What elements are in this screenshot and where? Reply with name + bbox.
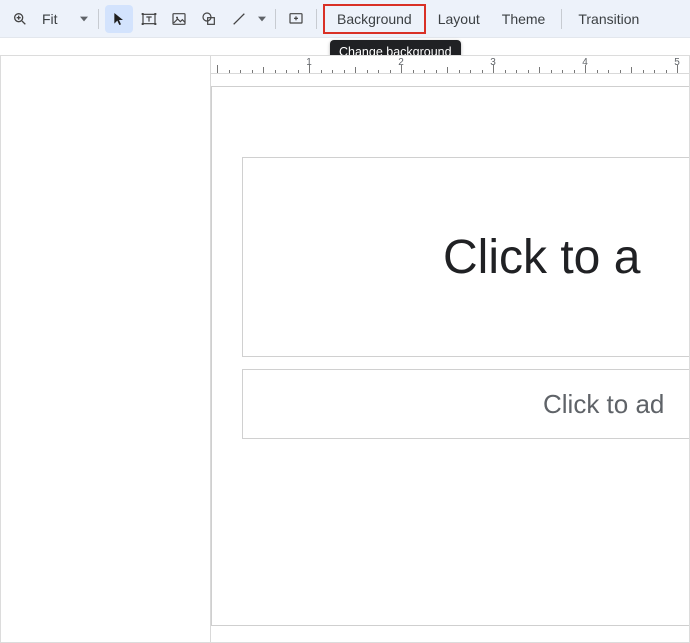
canvas-area: /* generated below via binding loop for …	[0, 55, 690, 643]
select-tool-button[interactable]	[105, 5, 133, 33]
title-placeholder-text: Click to a	[443, 230, 640, 285]
separator	[316, 9, 317, 29]
ruler-tick	[240, 70, 241, 73]
ruler-tick	[459, 70, 460, 73]
ruler-tick	[562, 70, 563, 73]
cursor-icon	[111, 11, 127, 27]
ruler-tick	[217, 65, 218, 73]
ruler-tick	[689, 70, 690, 73]
insert-image-button[interactable]	[165, 5, 193, 33]
toolbar: Fit Background Layout Theme	[0, 0, 690, 38]
ruler-tick	[470, 70, 471, 73]
separator	[98, 9, 99, 29]
transition-label: Transition	[578, 11, 639, 27]
subtitle-placeholder[interactable]: Click to ad	[242, 369, 690, 439]
ruler-label: 3	[490, 57, 496, 68]
comment-plus-icon	[288, 11, 304, 27]
ruler-label: 2	[398, 57, 404, 68]
zoom-tool-button[interactable]	[6, 5, 34, 33]
filmstrip-area	[1, 56, 211, 642]
transition-button[interactable]: Transition	[568, 5, 649, 33]
title-placeholder[interactable]: Click to a	[242, 157, 690, 357]
theme-label: Theme	[502, 11, 546, 27]
textbox-icon	[141, 11, 157, 27]
background-label: Background	[337, 11, 412, 27]
ruler-tick	[447, 67, 448, 73]
ruler-tick	[666, 70, 667, 73]
ruler-tick	[597, 70, 598, 73]
ruler-label: 5	[674, 57, 680, 68]
ruler-tick	[528, 70, 529, 73]
ruler-tick	[539, 67, 540, 73]
ruler-tick	[344, 70, 345, 73]
ruler-tick	[390, 70, 391, 73]
theme-button[interactable]: Theme	[492, 5, 556, 33]
ruler-tick	[482, 70, 483, 73]
zoom-dropdown[interactable]: Fit	[34, 5, 92, 33]
ruler-tick	[252, 70, 253, 73]
background-button[interactable]: Background	[323, 4, 426, 34]
ruler-tick	[298, 70, 299, 73]
ruler-tick	[608, 70, 609, 73]
shape-icon	[201, 11, 217, 27]
ruler-tick	[505, 70, 506, 73]
slide[interactable]: Click to a Click to ad	[211, 86, 690, 626]
image-icon	[171, 11, 187, 27]
ruler-tick	[620, 70, 621, 73]
zoom-icon	[12, 11, 28, 27]
line-icon	[231, 11, 247, 27]
zoom-group: Fit	[6, 5, 92, 33]
caret-down-icon	[258, 16, 266, 22]
separator	[561, 9, 562, 29]
ruler-tick	[367, 70, 368, 73]
ruler-tick	[574, 70, 575, 73]
ruler-tick	[424, 70, 425, 73]
shape-tool-button[interactable]	[195, 5, 223, 33]
caret-down-icon	[80, 16, 88, 22]
layout-label: Layout	[438, 11, 480, 27]
layout-button[interactable]: Layout	[428, 5, 490, 33]
add-comment-button[interactable]	[282, 5, 310, 33]
line-tool-button[interactable]	[225, 5, 253, 33]
separator	[275, 9, 276, 29]
ruler-tick	[263, 67, 264, 73]
ruler-tick	[551, 70, 552, 73]
textbox-tool-button[interactable]	[135, 5, 163, 33]
subtitle-placeholder-text: Click to ad	[543, 389, 664, 420]
ruler-tick	[631, 67, 632, 73]
ruler-tick	[643, 70, 644, 73]
ruler-tick	[355, 67, 356, 73]
ruler-tick	[413, 70, 414, 73]
ruler-tick	[436, 70, 437, 73]
ruler-tick	[654, 70, 655, 73]
horizontal-ruler: /* generated below via binding loop for …	[211, 56, 689, 74]
ruler-tick	[286, 70, 287, 73]
ruler-tick	[378, 70, 379, 73]
ruler-tick	[321, 70, 322, 73]
ruler-label: 1	[306, 57, 312, 68]
ruler-tick	[332, 70, 333, 73]
line-tool-caret[interactable]	[255, 5, 269, 33]
ruler-label: 4	[582, 57, 588, 68]
ruler-tick	[275, 70, 276, 73]
zoom-value: Fit	[42, 11, 58, 27]
ruler-tick	[229, 70, 230, 73]
ruler-tick	[516, 70, 517, 73]
